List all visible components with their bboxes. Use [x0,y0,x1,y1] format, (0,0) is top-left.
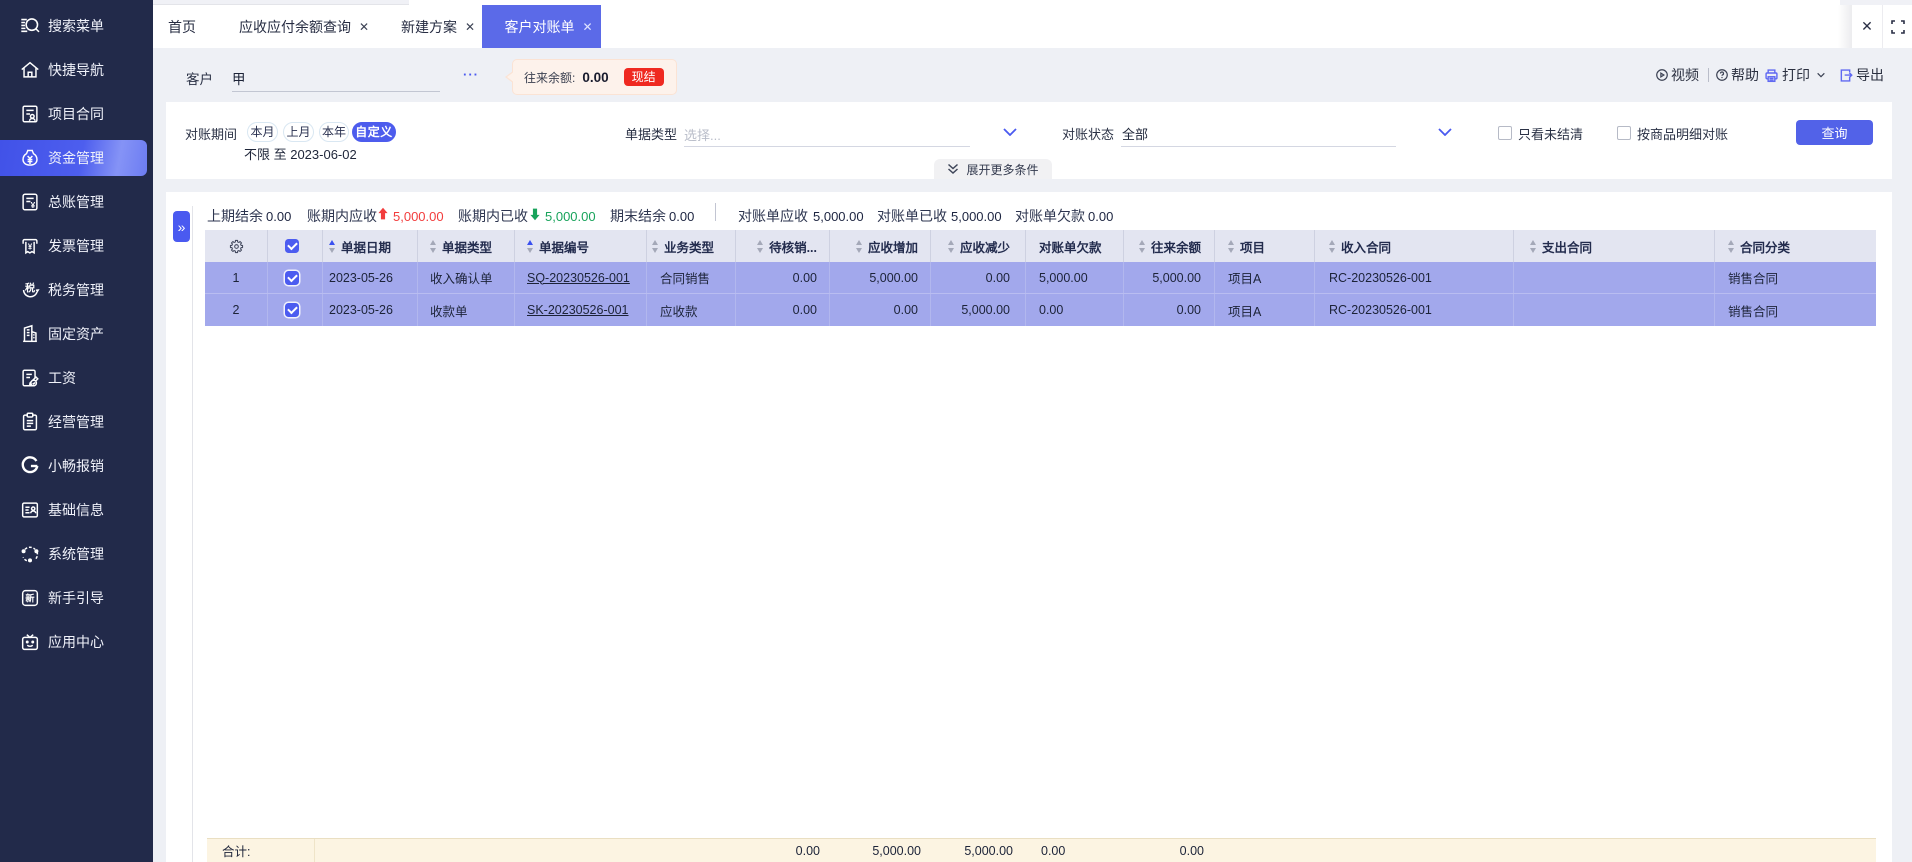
svg-text:¥: ¥ [28,242,33,251]
svg-text:新: 新 [25,593,34,604]
svg-text:税: 税 [25,281,35,294]
svg-text:¥: ¥ [31,201,36,210]
